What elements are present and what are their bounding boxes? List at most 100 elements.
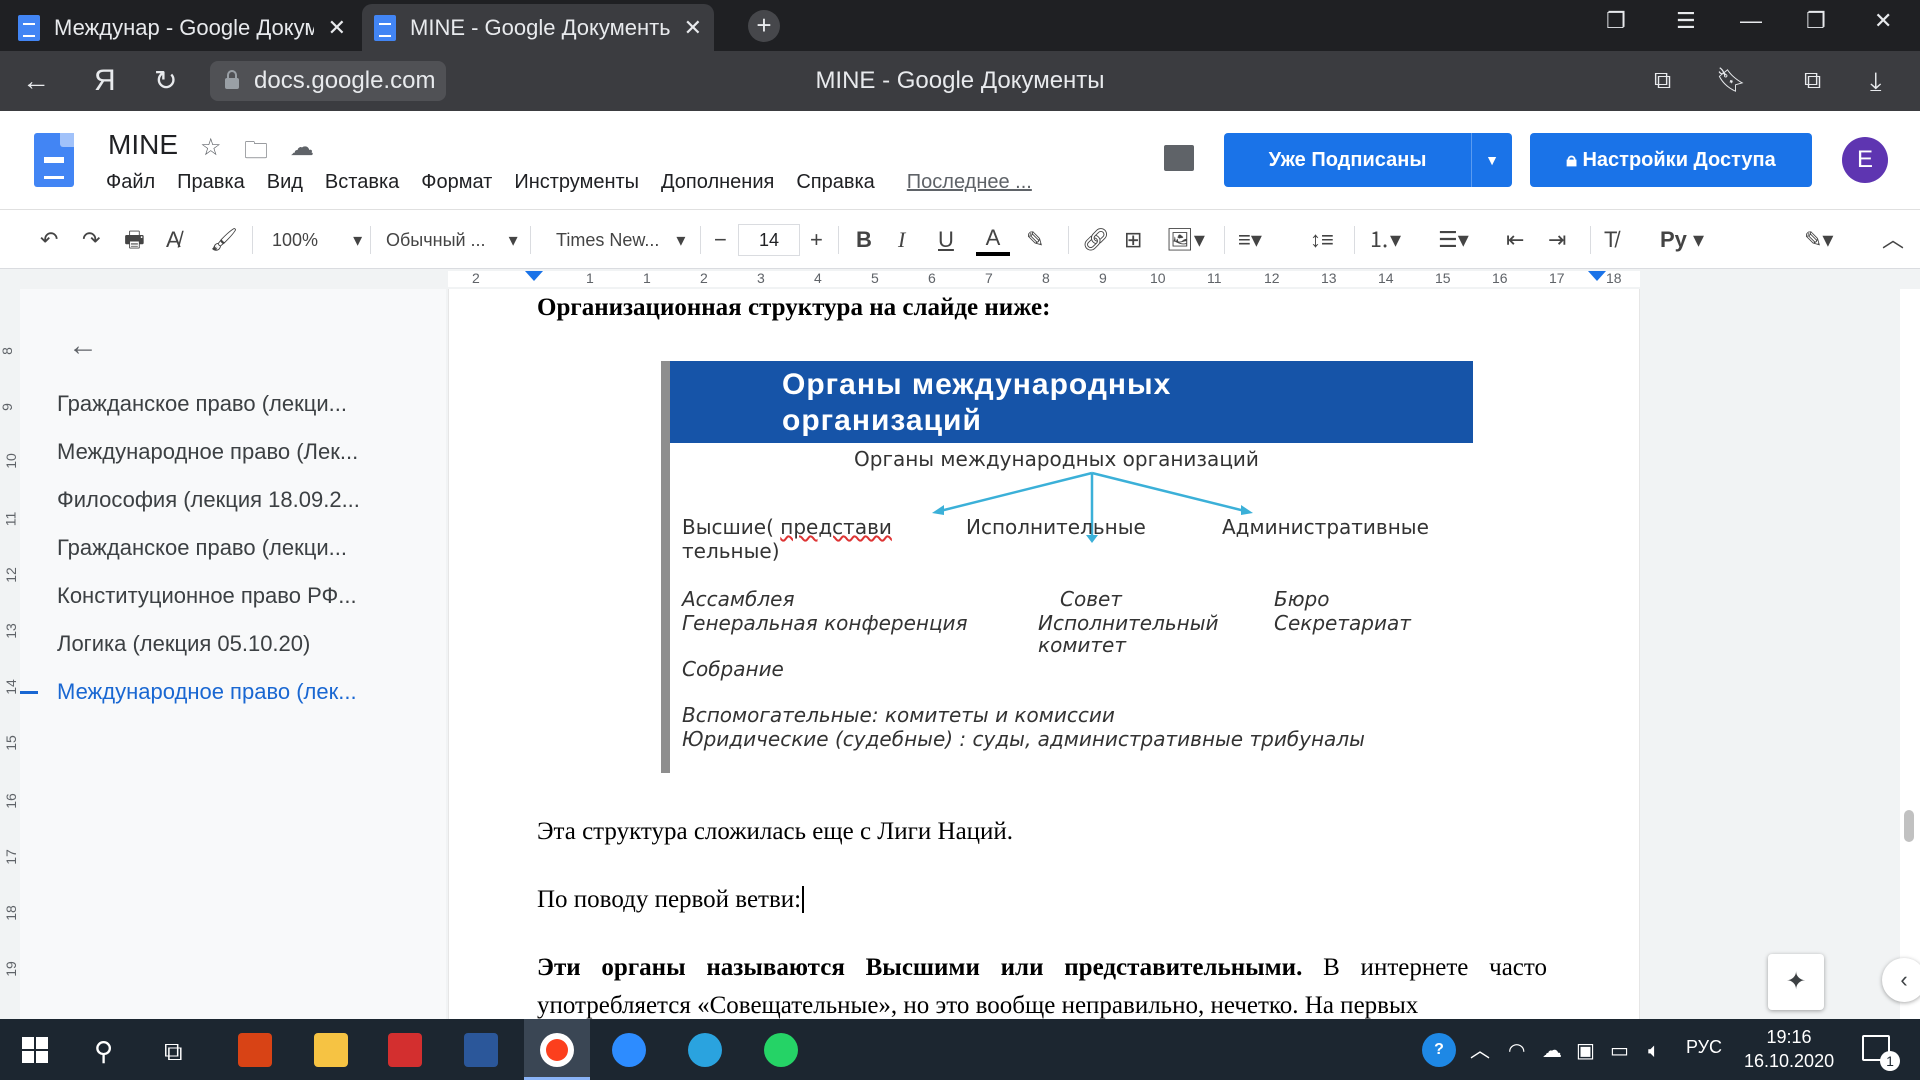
align-icon[interactable]: ≡▾ — [1238, 224, 1262, 256]
explore-button[interactable]: ✦ — [1768, 954, 1824, 1010]
share-button[interactable]: 🔒︎ Настройки Доступа — [1530, 133, 1812, 187]
acrobat-icon[interactable] — [388, 1033, 422, 1067]
close-icon[interactable]: ✕ — [328, 15, 346, 41]
task-view-icon[interactable]: ⧉ — [164, 1037, 183, 1065]
input-tools-icon[interactable]: Ру ▾ — [1660, 224, 1704, 256]
bold-icon[interactable]: B — [856, 224, 872, 256]
highlight-icon[interactable]: ✎ — [1026, 224, 1044, 256]
zoom-icon[interactable] — [612, 1033, 646, 1067]
add-comment-icon[interactable]: ⊞ — [1124, 224, 1142, 256]
app-tray-icon[interactable]: ▣ — [1576, 1037, 1595, 1065]
zoom-select[interactable]: 100% ▾ — [272, 224, 362, 256]
move-folder-icon[interactable]: 🗀︎ — [244, 133, 268, 174]
font-size-input[interactable]: 14 — [738, 224, 800, 256]
taskbar-active-yandex[interactable] — [524, 1019, 590, 1080]
numbered-list-icon[interactable]: ⒈▾ — [1368, 224, 1401, 256]
underline-icon[interactable]: U — [938, 224, 954, 256]
back-arrow-icon[interactable]: ← — [68, 329, 98, 363]
subscribed-button[interactable]: Уже Подписаны ▼ — [1224, 133, 1512, 187]
left-indent-marker[interactable] — [525, 271, 543, 281]
menu-icon[interactable]: ☰ — [1676, 8, 1696, 34]
link-icon[interactable]: 🔗︎ — [1082, 224, 1110, 256]
menu-addons[interactable]: Дополнения — [661, 171, 774, 194]
style-select[interactable]: Обычный ... ▾ — [386, 224, 518, 256]
bookmark-icon[interactable]: 🔖︎ — [1716, 65, 1746, 97]
document-page[interactable]: Организационная структура на слайде ниже… — [448, 289, 1640, 1019]
whatsapp-icon[interactable] — [764, 1033, 798, 1067]
docs-logo-icon[interactable] — [34, 133, 74, 187]
cloud-icon[interactable]: ☁︎ — [1542, 1037, 1562, 1065]
close-window-icon[interactable]: ✕ — [1874, 8, 1892, 34]
browser-tab-mine[interactable]: MINE - Google Документы ✕ — [362, 4, 714, 51]
battery-icon[interactable]: ▭ — [1610, 1037, 1629, 1065]
new-tab-button[interactable]: + — [748, 10, 780, 42]
comment-history-icon[interactable] — [1164, 145, 1194, 171]
collapse-menu-icon[interactable]: ︿ — [1882, 224, 1904, 256]
decrease-indent-icon[interactable]: ⇤ — [1506, 224, 1524, 256]
scrollbar-thumb[interactable] — [1904, 810, 1914, 842]
last-edit-link[interactable]: Последнее ... — [907, 171, 1032, 194]
menu-view[interactable]: Вид — [267, 171, 303, 194]
reader-icon[interactable]: ⧉ — [1804, 65, 1821, 97]
text-color-icon[interactable]: A — [976, 224, 1010, 256]
menu-file[interactable]: Файл — [106, 171, 155, 194]
menu-help[interactable]: Справка — [796, 171, 874, 194]
windows-start-icon[interactable] — [22, 1037, 48, 1063]
decrease-font-size-icon[interactable]: − — [714, 224, 727, 256]
outline-item[interactable]: Международное право (Лек... — [57, 439, 358, 465]
collections-icon[interactable]: ❐ — [1606, 8, 1626, 34]
bulleted-list-icon[interactable]: ☰▾ — [1438, 224, 1469, 256]
outline-item-active[interactable]: Международное право (лек... — [57, 679, 357, 705]
search-icon[interactable]: ⚲ — [94, 1037, 113, 1065]
outline-item[interactable]: Логика (лекция 05.10.20) — [57, 631, 310, 657]
insert-image-icon[interactable]: 🖼︎▾ — [1166, 224, 1205, 256]
star-icon[interactable]: ☆ — [200, 133, 222, 162]
word-icon[interactable] — [464, 1033, 498, 1067]
undo-icon[interactable]: ↶ — [40, 224, 58, 256]
avatar[interactable]: E — [1842, 137, 1888, 183]
increase-font-size-icon[interactable]: + — [810, 224, 823, 256]
telegram-icon[interactable] — [688, 1033, 722, 1067]
font-select[interactable]: Times New... ▾ — [556, 224, 685, 256]
restore-icon[interactable]: ❐ — [1806, 8, 1826, 34]
volume-icon[interactable]: 🔈︎ — [1648, 1037, 1660, 1065]
close-icon[interactable]: ✕ — [684, 15, 702, 41]
menu-insert[interactable]: Вставка — [325, 171, 399, 194]
language-indicator[interactable]: РУС — [1686, 1037, 1722, 1058]
browser-tab-mezhdunar[interactable]: Междунар - Google Докумен ✕ — [6, 4, 358, 51]
paint-format-icon[interactable]: 🖌︎ — [210, 224, 238, 256]
help-icon[interactable]: ? — [1422, 1033, 1456, 1067]
line-spacing-icon[interactable]: ↕≡ — [1310, 224, 1334, 256]
menu-edit[interactable]: Правка — [177, 171, 245, 194]
chevron-up-icon[interactable]: ︿ — [1470, 1037, 1490, 1065]
cloud-status-icon[interactable]: ☁︎ — [290, 133, 314, 162]
store-icon[interactable] — [238, 1033, 272, 1067]
wifi-icon[interactable]: ◠ — [1508, 1037, 1525, 1065]
extensions-icon[interactable]: ⧉ — [1654, 65, 1671, 97]
italic-icon[interactable]: I — [898, 224, 905, 256]
clock[interactable]: 19:16 16.10.2020 — [1744, 1025, 1834, 1073]
file-explorer-icon[interactable] — [314, 1033, 348, 1067]
increase-indent-icon[interactable]: ⇥ — [1548, 224, 1566, 256]
dropdown-arrow-icon[interactable]: ▼ — [1472, 133, 1512, 187]
document-title[interactable]: MINE — [108, 129, 178, 161]
outline-item[interactable]: Конституционное право РФ... — [57, 583, 357, 609]
right-indent-marker[interactable] — [1588, 271, 1606, 281]
outline-item[interactable]: Гражданское право (лекци... — [57, 391, 347, 417]
outline-item[interactable]: Философия (лекция 18.09.2... — [57, 487, 360, 513]
outline-item[interactable]: Гражданское право (лекци... — [57, 535, 347, 561]
minimize-icon[interactable]: — — [1740, 8, 1762, 34]
print-icon[interactable]: 🖶︎ — [124, 224, 145, 256]
menu-tools[interactable]: Инструменты — [514, 171, 639, 194]
clear-formatting-icon[interactable]: T̸ — [1604, 224, 1617, 256]
redo-icon[interactable]: ↷ — [82, 224, 100, 256]
spellcheck-icon[interactable]: A̸ — [166, 224, 181, 256]
scrollbar-track[interactable] — [1900, 289, 1920, 1019]
menu-format[interactable]: Формат — [421, 171, 492, 194]
download-icon[interactable]: ⤓ — [1870, 65, 1882, 97]
subscribed-label[interactable]: Уже Подписаны — [1224, 133, 1472, 187]
side-panel-toggle[interactable]: ‹ — [1882, 958, 1920, 1002]
ruler-label: 18 — [1606, 270, 1622, 286]
embedded-slide-image[interactable]: Органы международных организаций Органы м… — [661, 361, 1473, 773]
editing-mode-icon[interactable]: ✎▾ — [1804, 224, 1833, 256]
